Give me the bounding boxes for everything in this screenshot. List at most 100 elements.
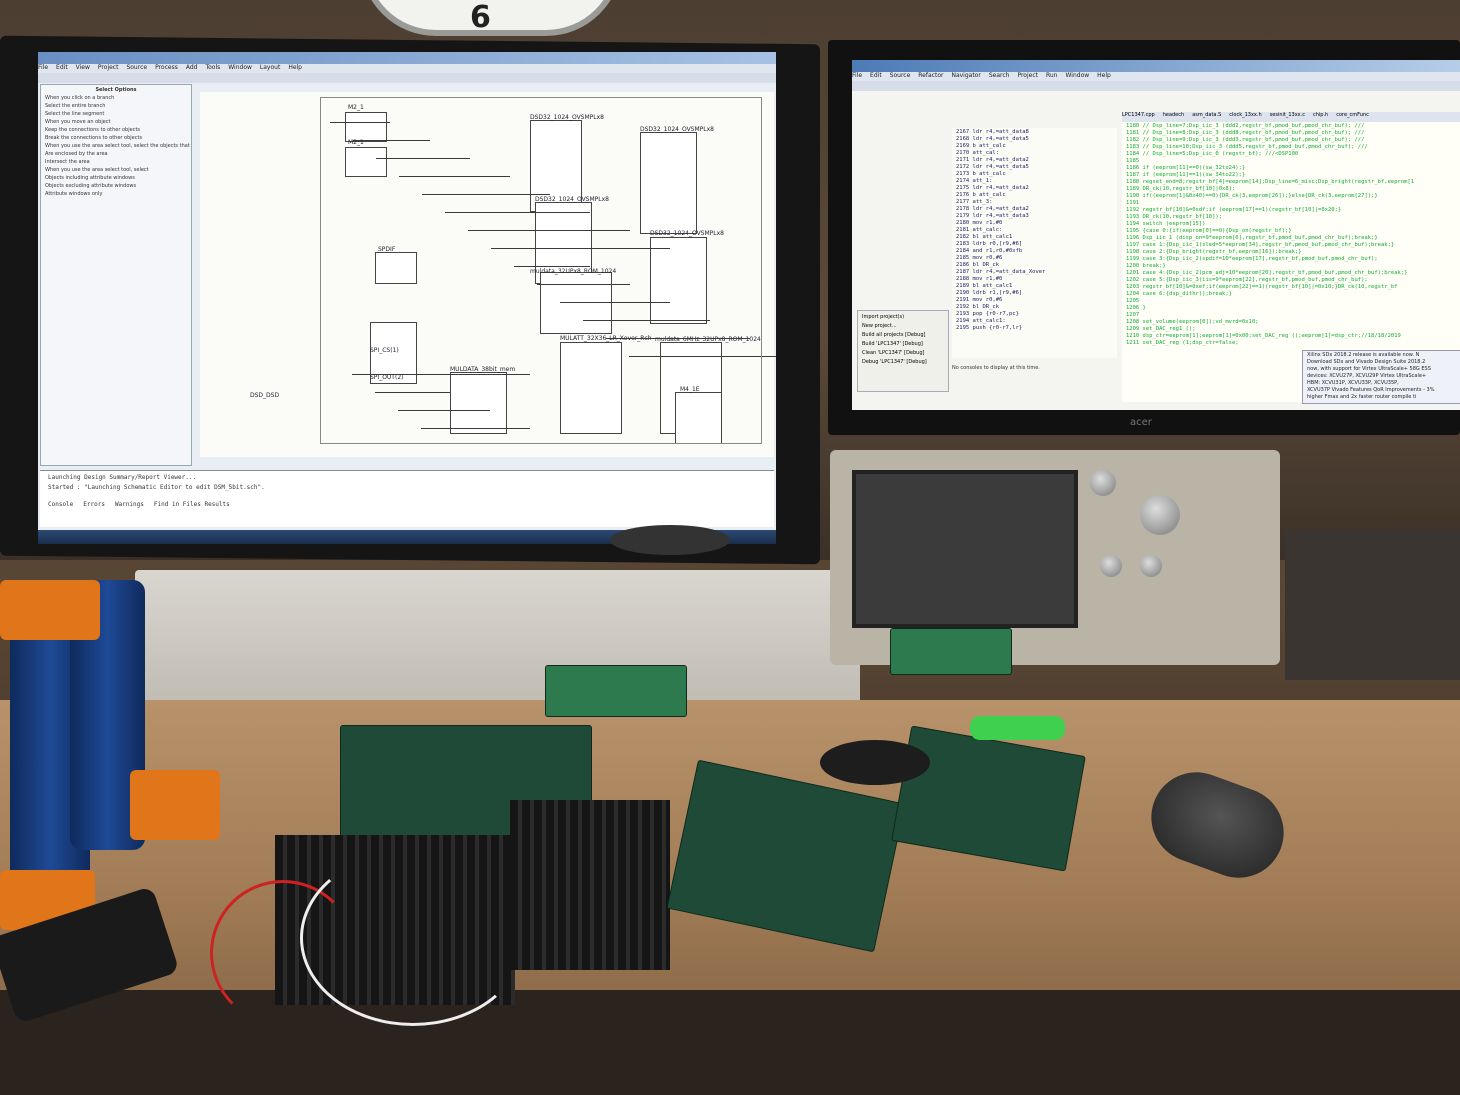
menu-item[interactable]: Search	[989, 72, 1010, 79]
option-line: When you click on a branch	[45, 95, 115, 101]
menu-item[interactable]: Navigator	[951, 72, 980, 79]
menu-item[interactable]: Process	[155, 64, 178, 71]
asm-line: 2176 b att_calc	[956, 192, 1006, 198]
code-line: 1182 // Dsp_line=9;Dsp_iic_3 (ddd3,regst…	[1126, 137, 1365, 143]
ide-title-bar	[852, 60, 1460, 72]
editor-tab[interactable]: LPC1347.cpp	[1122, 112, 1155, 118]
menu-item[interactable]: Project	[1017, 72, 1038, 79]
menu-item[interactable]: Tools	[205, 64, 220, 71]
asm-line: 2169 b att_calc	[956, 143, 1006, 149]
schematic-frame	[320, 97, 762, 444]
oscilloscope-screen	[852, 470, 1078, 628]
menu-item[interactable]: Window	[228, 64, 252, 71]
battery-holder	[130, 770, 220, 840]
code-line: 1204 case 6:{dsp_dithr();break;}	[1126, 291, 1232, 297]
small-pcb	[545, 665, 687, 717]
option-line: Select the line segment	[45, 111, 105, 117]
code-line: 1203 regstr_bf[10]&=0xef;if(eeprom[22]==…	[1126, 284, 1398, 290]
options-title: Select Options	[95, 87, 137, 93]
option-line: When you use the area select tool, selec…	[45, 167, 149, 173]
asm-line: 2189 bl att_calc1	[956, 283, 1013, 289]
menu-item[interactable]: Edit	[56, 64, 68, 71]
scope-knob	[1140, 495, 1180, 535]
quickstart-item: Import project(s)	[862, 314, 905, 320]
code-line: 1206 }	[1126, 305, 1146, 311]
workbench-photo: 6 File Edit View Project Source Process Add Too…	[0, 0, 1460, 1095]
menu-item[interactable]: Project	[98, 64, 119, 71]
asm-line: 2179 ldr r4,=att_data3	[956, 213, 1029, 219]
editor-tab[interactable]: asm_data.S	[1192, 112, 1221, 118]
console-tabs: Console Errors Warnings Find in Files Resul…	[48, 501, 766, 508]
asm-line: 2183 ldrb r0,[r9,#6]	[956, 241, 1023, 247]
code-line: 1192 regstr_bf[10]&=0xdf;if (eeprom[17]=…	[1126, 207, 1342, 213]
menu-item[interactable]: Refactor	[918, 72, 943, 79]
menu-item[interactable]: Edit	[870, 72, 882, 79]
menu-item[interactable]: Help	[288, 64, 302, 71]
asm-line: 2168 ldr r4,=att_data5	[956, 136, 1029, 142]
code-line: 1193 DR_ck(10,regstr_bf[10]);	[1126, 214, 1223, 220]
option-line: Attribute windows only	[45, 191, 103, 197]
option-line: Objects excluding attribute windows	[45, 183, 137, 189]
console-tab[interactable]: Warnings	[115, 501, 144, 508]
asm-line: 2180 mov r1,#0	[956, 220, 1003, 226]
schematic-canvas[interactable]: M2_1 M2_1 DSD32_1024_OVSMPLx8 DSD32_1024_OV…	[200, 92, 776, 457]
asm-line: 2182 bl att_calc1	[956, 234, 1013, 240]
editor-tab[interactable]: core_cmFunc	[1336, 112, 1369, 118]
menu-item[interactable]: Source	[890, 72, 911, 79]
xilinx-notification[interactable]: Xilinx SDx 2018.2 release is available n…	[1302, 350, 1460, 404]
code-line: 1194 switch (eeprom[15])	[1126, 221, 1206, 227]
monitor-shelf	[135, 570, 860, 720]
console-tab[interactable]: Find in Files Results	[154, 501, 230, 508]
option-line: Intersect the area	[45, 159, 90, 165]
code-line: 1202 case 5:{Dsp_iic_3(iis=9*eeprom[22],…	[1126, 277, 1368, 283]
left-monitor-screen: File Edit View Project Source Process Add Tools…	[38, 52, 776, 530]
quickstart-item: Build all projects [Debug]	[862, 332, 926, 338]
asm-line: 2187 ldr r4,=att_data_Xover	[956, 269, 1046, 275]
menu-item[interactable]: File	[852, 72, 862, 79]
editor-tab[interactable]: chip.h	[1313, 112, 1328, 118]
option-line: When you move an object	[45, 119, 111, 125]
white-wire	[300, 850, 526, 1026]
code-line: 1186 if (eeprom[11]==0)(sw_32to24);}	[1126, 165, 1246, 171]
asm-line: 2190 ldrb r1,[r9,#6]	[956, 290, 1023, 296]
code-line: 1183 // Dsp_line=10;Dsp_iic_3 (ddd5,regs…	[1126, 144, 1368, 150]
console-tab[interactable]: Console	[48, 501, 73, 508]
option-line: Keep the connections to other objects	[45, 127, 141, 133]
asm-line: 2195 push {r0-r7,lr}	[956, 325, 1023, 331]
asm-line: 2185 mov r0,#6	[956, 255, 1003, 261]
code-line: 1187 if (eeprom[11]==1)(sw_34to22);}	[1126, 172, 1246, 178]
option-line: Are enclosed by the area	[45, 151, 108, 157]
green-battery	[970, 716, 1065, 740]
lamp-base	[820, 740, 930, 785]
asm-line: 2167 ldr r4,=att_data8	[956, 129, 1029, 135]
quickstart-item: New project...	[862, 323, 897, 329]
notification-line: Download SDx and Vivado Design Suite 201…	[1307, 359, 1426, 365]
code-line: 1210 dsp_ctr=eeprom[1];eeprom[1]=0x00;se…	[1126, 333, 1401, 339]
editor-tab[interactable]: sesinit_13xx.c	[1270, 112, 1305, 118]
editor-tab[interactable]: clock_13xx.h	[1229, 112, 1261, 118]
editor-tab[interactable]: headech	[1163, 112, 1184, 118]
menu-item[interactable]: Help	[1097, 72, 1111, 79]
menu-item[interactable]: Add	[186, 64, 198, 71]
assembly-editor[interactable]: 2167 ldr r4,=att_data8 2168 ldr r4,=att_d…	[952, 128, 1117, 358]
asm-line: 2192 bl DR_ck	[956, 304, 1000, 310]
console-tab[interactable]: Errors	[83, 501, 105, 508]
menu-item[interactable]: View	[76, 64, 90, 71]
menu-item[interactable]: Window	[1065, 72, 1089, 79]
menu-item[interactable]: Source	[126, 64, 147, 71]
asm-line: 2184 and r1,r0,#0xfb	[956, 248, 1023, 254]
menu-item[interactable]: Run	[1046, 72, 1058, 79]
desk-lamp	[610, 525, 730, 555]
ise-title-bar	[38, 52, 776, 64]
notification-line: XCVU37P Vivado Features QoR Improvements…	[1307, 387, 1435, 393]
option-line: When you use the area select tool, selec…	[45, 143, 190, 149]
menu-item[interactable]: File	[38, 64, 48, 71]
desk-edge	[0, 990, 1460, 1095]
asm-line: 2188 mov r1,#0	[956, 276, 1003, 282]
quickstart-panel: Import project(s) New project... Build all…	[857, 310, 949, 392]
menu-item[interactable]: Layout	[260, 64, 280, 71]
select-options-panel: Select Options When you click on a branc…	[40, 84, 192, 466]
notification-line: HBM: XCVU31P, XCVU33P, XCVU35P,	[1307, 380, 1399, 386]
quickstart-item: Debug 'LPC1347' [Debug]	[862, 359, 927, 365]
code-line: 1180 // Dsp_line=7;Dsp_iic_3 (ddd2,regst…	[1126, 123, 1365, 129]
